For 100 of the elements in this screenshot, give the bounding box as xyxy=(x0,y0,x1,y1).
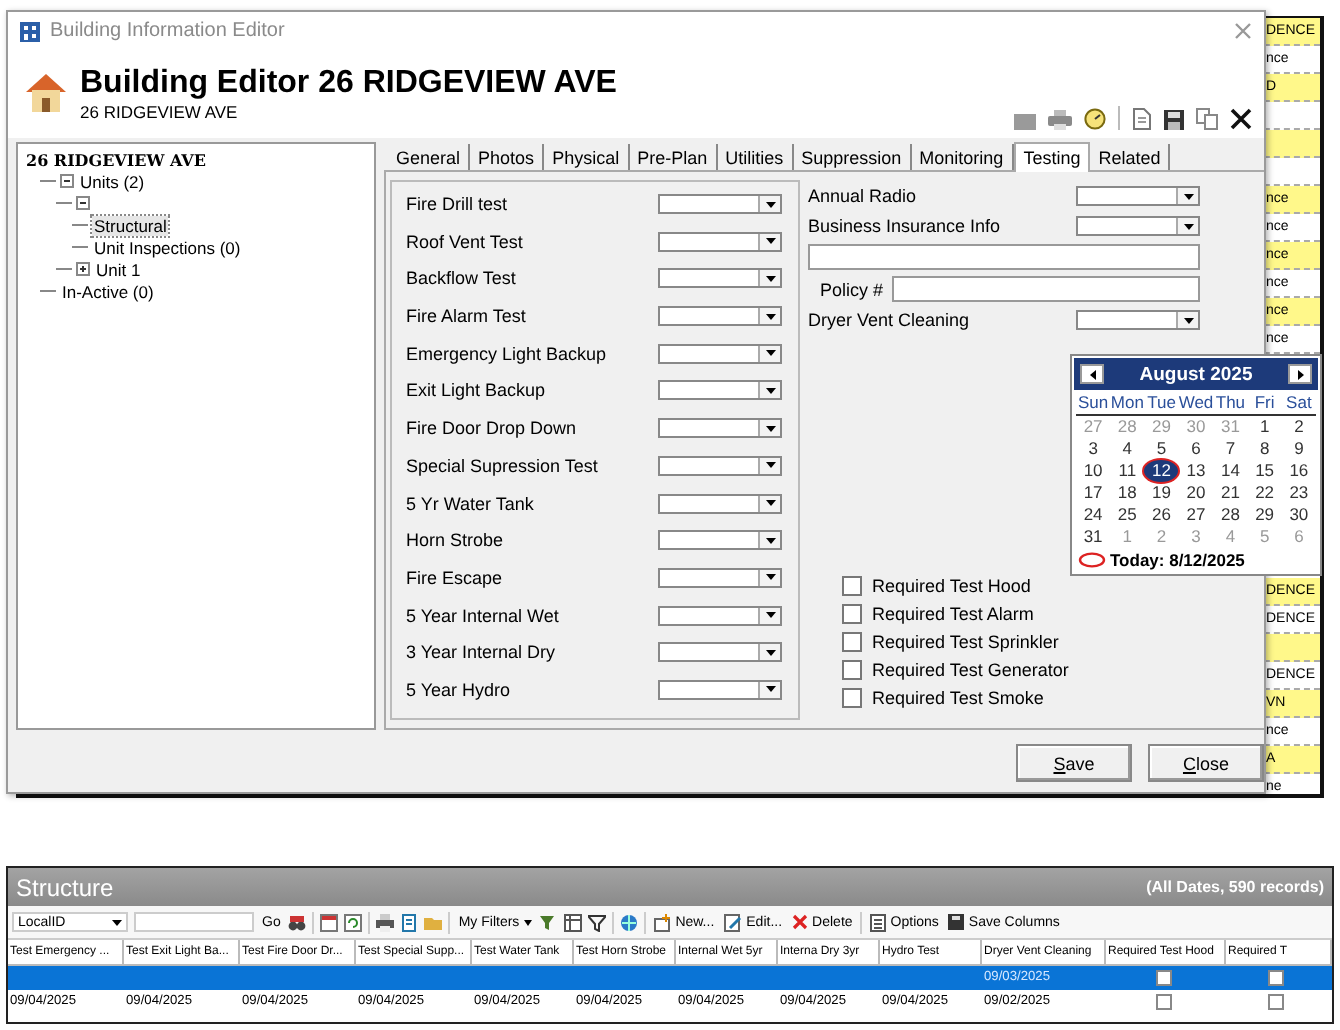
collapse-icon[interactable] xyxy=(76,196,90,210)
calendar-day[interactable]: 4 xyxy=(1110,438,1145,460)
dropdown[interactable] xyxy=(658,380,782,401)
dropdown[interactable] xyxy=(658,418,782,439)
checkbox[interactable] xyxy=(1156,994,1172,1010)
calendar-day[interactable]: 6 xyxy=(1178,438,1214,460)
tree-item[interactable]: Structural xyxy=(92,215,169,235)
dropdown[interactable] xyxy=(658,231,782,252)
checkbox-label: Required Test Sprinkler xyxy=(872,632,1059,652)
building-icon xyxy=(20,21,40,41)
collapse-icon[interactable] xyxy=(60,174,74,188)
dropdown[interactable] xyxy=(658,679,782,700)
calendar-day[interactable]: 27 xyxy=(1178,504,1214,526)
printer-icon[interactable] xyxy=(376,913,395,931)
tree-item[interactable]: Unit Inspections (0) xyxy=(92,237,243,257)
dropdown[interactable] xyxy=(658,306,782,327)
tree-item[interactable]: Units (2) xyxy=(78,171,147,191)
gauge-icon[interactable] xyxy=(1084,108,1106,130)
calendar-day[interactable]: 9 xyxy=(1281,438,1316,460)
dropdown[interactable] xyxy=(658,605,782,626)
field-label: Horn Strobe xyxy=(406,530,504,551)
tab[interactable]: Testing xyxy=(1013,142,1091,172)
calendar-day[interactable]: 30 xyxy=(1281,504,1316,526)
input-field[interactable] xyxy=(808,244,1200,270)
checkbox[interactable] xyxy=(1156,970,1172,986)
binoculars-icon[interactable] xyxy=(288,913,307,931)
save-button[interactable]: Save xyxy=(1016,744,1132,782)
calendar-day[interactable]: 8 xyxy=(1247,438,1282,460)
save-icon[interactable] xyxy=(1164,110,1184,130)
calendar-day[interactable]: 16 xyxy=(1281,460,1316,482)
tree-item[interactable]: In-Active (0) xyxy=(60,281,156,301)
calendar-day[interactable]: 29 xyxy=(1247,504,1282,526)
next-month-button[interactable] xyxy=(1288,364,1312,384)
calendar-day[interactable]: 7 xyxy=(1213,438,1248,460)
printer-icon[interactable] xyxy=(1048,110,1072,130)
checkbox[interactable] xyxy=(1268,994,1284,1010)
tree-item[interactable]: 26 RIDGEVIEW AVE xyxy=(24,149,208,169)
checkbox[interactable] xyxy=(842,632,862,652)
field-label: Fire Drill test xyxy=(406,194,508,214)
calendar-day[interactable]: 31 xyxy=(1076,526,1111,548)
calendar-icon[interactable] xyxy=(320,913,339,931)
checkbox[interactable] xyxy=(842,576,862,596)
field-label: Special Supression Test xyxy=(406,455,598,476)
tree-item[interactable]: Unit 1 xyxy=(94,259,143,279)
dropdown[interactable] xyxy=(658,642,782,663)
input-field[interactable] xyxy=(891,276,1200,302)
checkbox[interactable] xyxy=(1268,970,1284,986)
close-icon[interactable] xyxy=(1230,108,1252,130)
dropdown[interactable] xyxy=(658,455,782,476)
checkbox[interactable] xyxy=(842,660,862,680)
calendar-day[interactable]: 20 xyxy=(1178,482,1214,504)
document-icon[interactable] xyxy=(400,913,419,931)
document-icon[interactable] xyxy=(1132,108,1152,130)
dropdown[interactable] xyxy=(658,343,782,364)
calendar-day[interactable]: 1 xyxy=(1247,416,1282,438)
dropdown[interactable] xyxy=(658,268,782,289)
calendar-day[interactable]: 21 xyxy=(1213,482,1248,504)
dropdown[interactable] xyxy=(658,194,782,214)
calendar-day[interactable]: 25 xyxy=(1110,504,1145,526)
calendar-day[interactable]: 19 xyxy=(1144,482,1179,504)
calendar-day[interactable]: 28 xyxy=(1213,504,1248,526)
search-field[interactable] xyxy=(134,912,254,932)
calendar-day[interactable]: 3 xyxy=(1076,438,1111,460)
caret-icon xyxy=(765,425,775,432)
calendar-day[interactable]: 12 xyxy=(1144,460,1179,482)
expand-icon[interactable] xyxy=(76,262,90,276)
calendar-day[interactable]: 22 xyxy=(1247,482,1282,504)
calendar-day[interactable]: 11 xyxy=(1110,460,1145,482)
dropdown[interactable] xyxy=(658,493,782,513)
calendar-day[interactable]: 17 xyxy=(1076,482,1111,504)
dropdown[interactable] xyxy=(658,530,782,551)
checkbox-label: Required Test Smoke xyxy=(872,688,1044,708)
checkbox[interactable] xyxy=(842,604,862,624)
refresh-icon[interactable] xyxy=(344,913,363,931)
new-icon xyxy=(653,913,672,931)
caret-icon xyxy=(765,350,775,357)
dropdown[interactable] xyxy=(658,567,782,588)
checkbox[interactable] xyxy=(842,688,862,708)
caret-icon xyxy=(765,537,775,544)
dropdown[interactable] xyxy=(1076,186,1200,206)
calendar-day[interactable]: 2 xyxy=(1281,416,1316,438)
dropdown[interactable] xyxy=(1076,310,1200,330)
calendar-day[interactable]: 14 xyxy=(1213,460,1248,482)
calendar-day[interactable]: 24 xyxy=(1076,504,1111,526)
close-button[interactable]: Close xyxy=(1148,744,1264,782)
copy-icon[interactable] xyxy=(1196,108,1218,130)
calendar-day[interactable]: 18 xyxy=(1110,482,1145,504)
calendar-day[interactable]: 13 xyxy=(1178,460,1214,482)
globe-icon[interactable] xyxy=(619,913,638,931)
calendar-day[interactable]: 15 xyxy=(1247,460,1282,482)
calendar-day[interactable]: 5 xyxy=(1144,438,1179,460)
calendar-day[interactable]: 23 xyxy=(1281,482,1316,504)
funnel-icon[interactable] xyxy=(587,913,606,931)
previous-month-button[interactable] xyxy=(1080,364,1104,384)
today-link[interactable]: Today: 8/12/2025 xyxy=(1110,550,1245,570)
calendar-day[interactable]: 10 xyxy=(1076,460,1111,482)
dropdown[interactable] xyxy=(1076,216,1200,236)
table-filter-icon[interactable] xyxy=(563,913,582,931)
funnel-plus-icon[interactable] xyxy=(539,913,558,931)
calendar-day[interactable]: 26 xyxy=(1144,504,1179,526)
